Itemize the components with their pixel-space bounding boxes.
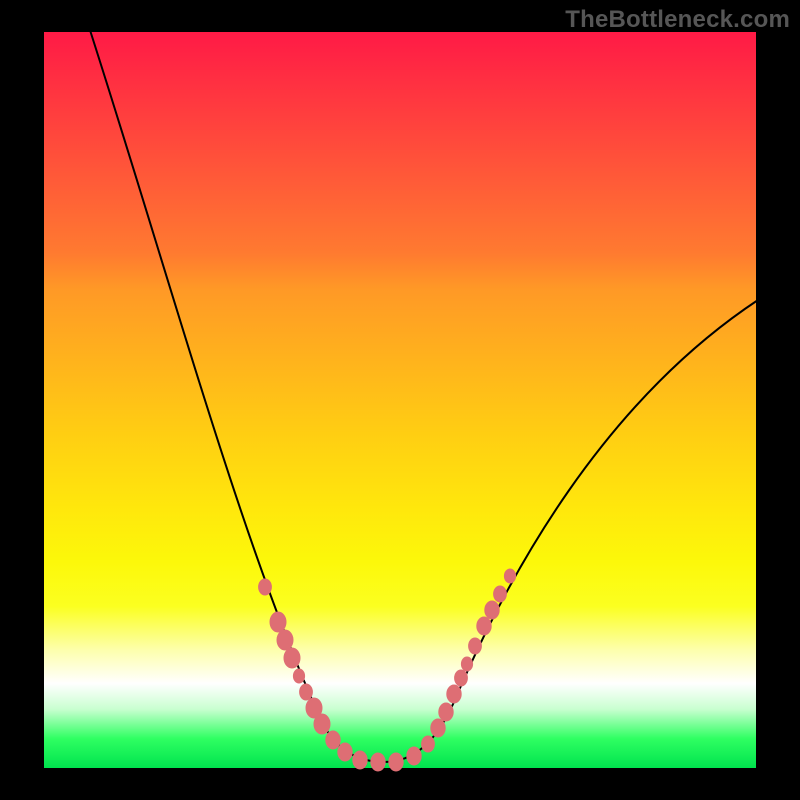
right-curve: [384, 300, 758, 762]
bead: [494, 586, 507, 602]
bead: [284, 648, 300, 668]
plot-area: [44, 32, 756, 768]
bead: [277, 630, 293, 650]
left-curve: [89, 27, 384, 762]
bead: [485, 601, 499, 619]
bead: [371, 753, 385, 771]
chart-stage: TheBottleneck.com: [0, 0, 800, 800]
bead: [293, 669, 304, 683]
watermark-text: TheBottleneck.com: [565, 6, 790, 34]
bead: [504, 569, 515, 583]
bead: [326, 731, 340, 749]
curve-layer: [44, 32, 756, 768]
bead: [469, 638, 482, 654]
bead: [270, 612, 286, 632]
bead: [477, 617, 491, 635]
bead: [439, 703, 453, 721]
bead: [431, 719, 445, 737]
beads-right: [407, 569, 516, 765]
bead: [455, 670, 468, 686]
bead: [422, 736, 435, 752]
bead: [338, 743, 352, 761]
bead: [300, 684, 313, 700]
beads-left: [259, 579, 404, 771]
bead: [407, 747, 421, 765]
bead: [461, 657, 472, 671]
bead: [389, 753, 403, 771]
bead: [447, 685, 461, 703]
bead: [259, 579, 272, 595]
bead: [353, 751, 367, 769]
bead: [314, 714, 330, 734]
